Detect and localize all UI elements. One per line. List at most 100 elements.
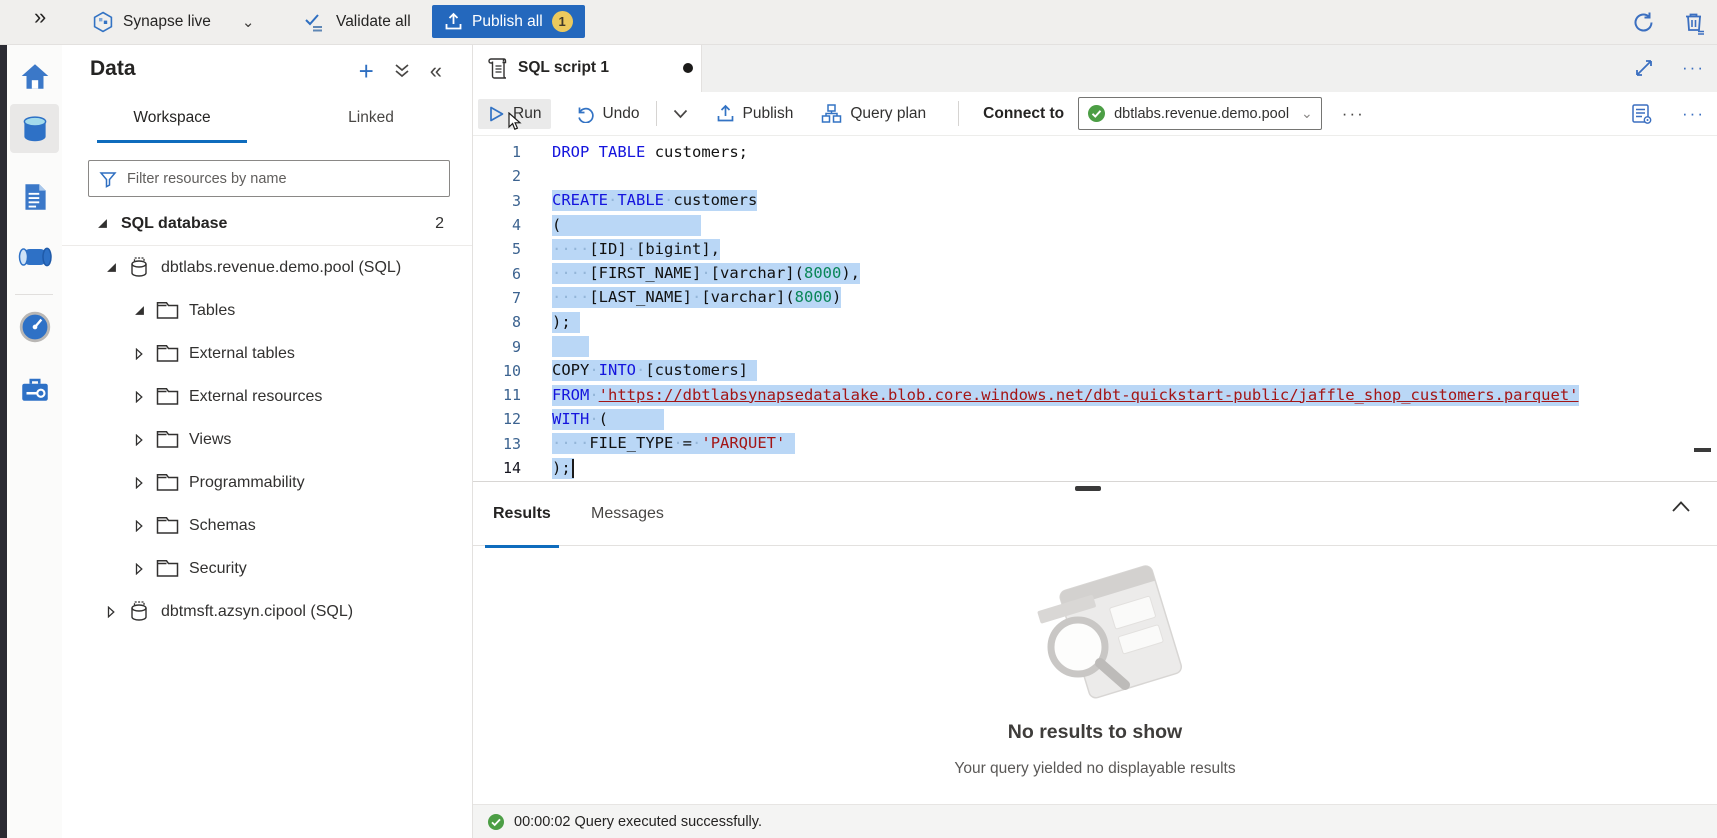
rail-item-home[interactable] [10,52,59,101]
toolbar-more-icon[interactable]: ··· [1342,104,1365,124]
tab-results[interactable]: Results [485,482,559,548]
rail-item-monitor[interactable] [10,302,59,351]
panel-title: Data [90,57,136,81]
tree-collapse-icon[interactable] [104,262,118,273]
expand-menu-icon[interactable]: » [34,4,46,30]
add-resource-icon[interactable]: + [359,60,374,82]
rail-item-integrate[interactable] [10,232,59,281]
code-line-6[interactable]: 6····[FIRST_NAME]·[varchar](8000), [473,261,1717,285]
code-line-text [552,336,589,357]
code-line-text: ····[FIRST_NAME]·[varchar](8000), [552,263,860,284]
line-number: 2 [473,167,521,185]
top-command-bar: » Synapse live ⌄ Validate all Publish al… [0,0,1717,45]
undo-icon [575,104,594,123]
tree-expand-icon[interactable] [132,434,146,446]
tree-expand-icon[interactable] [104,606,118,618]
tree-item-tables[interactable]: Tables [62,289,472,332]
code-line-text: ); [552,458,574,479]
tree-item-security[interactable]: Security [62,547,472,590]
run-label: Run [513,105,541,123]
code-line-11[interactable]: 11FROM·'https://dbtlabsynapsedatalake.bl… [473,383,1717,407]
tree-expand-icon[interactable] [132,348,146,360]
code-line-14[interactable]: 14); [473,456,1717,480]
code-line-text: WITH·( [552,409,664,430]
rail-item-develop[interactable] [10,172,59,221]
filter-resources-input[interactable] [125,170,449,188]
tree-item-external-resources[interactable]: External resources [62,375,472,418]
rail-divider [15,294,53,295]
collapse-all-icon[interactable] [394,62,410,80]
tree-collapse-icon[interactable] [132,305,146,316]
tree-item-label: Programmability [189,474,305,492]
tree-expand-icon[interactable] [132,391,146,403]
monitor-gauge-icon [18,310,52,344]
tree-item-views[interactable]: Views [62,418,472,461]
sql-code-editor[interactable]: 1DROP TABLE customers; 2 3CREATE·TABLE·cus… [473,136,1717,485]
tree-item-schemas[interactable]: Schemas [62,504,472,547]
tree-item-label: Security [189,560,247,578]
query-status-text: 00:00:02 Query executed successfully. [514,814,762,830]
discard-trash-icon[interactable] [1682,10,1707,35]
no-results-illustration [980,551,1210,711]
tab-more-icon[interactable]: ··· [1682,58,1705,78]
connect-to-label: Connect to [983,105,1064,123]
tab-messages[interactable]: Messages [583,482,672,548]
tree-item-label: dbtlabs.revenue.demo.pool (SQL) [161,259,401,277]
collapse-results-chevron-icon[interactable] [1671,500,1691,513]
pool-name: dbtlabs.revenue.demo.pool [1114,106,1289,122]
tree-collapse-icon[interactable] [95,218,109,229]
code-line-text: ····FILE_TYPE·=·'PARQUET' [552,433,795,454]
data-panel-tabs: Workspace Linked [62,96,472,140]
query-plan-button[interactable]: Query plan [811,97,936,130]
code-line-text: DROP TABLE customers; [552,142,748,163]
code-line-3[interactable]: 3CREATE·TABLE·customers [473,189,1717,213]
line-number: 8 [473,313,521,331]
pool-status-check-icon [1087,104,1106,123]
publish-all-button[interactable]: Publish all 1 [432,5,585,38]
line-number: 12 [473,410,521,428]
tree-item-sql-database[interactable]: SQL database2 [62,202,472,245]
tree-item-programmability[interactable]: Programmability [62,461,472,504]
rail-item-manage[interactable] [10,364,59,413]
tab-workspace[interactable]: Workspace [97,96,247,143]
mode-selector[interactable]: Synapse live ⌄ [92,0,254,44]
refresh-icon[interactable] [1631,10,1656,35]
publish-upload-icon [444,12,463,31]
rail-item-data[interactable] [10,104,59,153]
tab-sql-script-1[interactable]: SQL script 1 [473,44,702,92]
editor-more-icon[interactable]: ··· [1682,104,1705,124]
tree-expand-icon[interactable] [132,477,146,489]
publish-button[interactable]: Publish [706,98,804,129]
code-line-2[interactable]: 2 [473,164,1717,188]
run-options-chevron[interactable] [663,103,698,125]
tree-item-label: Tables [189,302,235,320]
code-line-13[interactable]: 13····FILE_TYPE·=·'PARQUET' [473,432,1717,456]
code-line-4[interactable]: 4( [473,213,1717,237]
tree-item-dbtmsft-azsyn-cipool-sql[interactable]: dbtmsft.azsyn.cipool (SQL) [62,590,472,633]
splitter-handle[interactable] [1075,486,1101,491]
code-line-1[interactable]: 1DROP TABLE customers; [473,140,1717,164]
view-settings-icon[interactable] [1630,102,1654,126]
synapse-logo-icon [92,11,114,33]
code-line-10[interactable]: 10COPY·INTO·[customers] [473,359,1717,383]
pool-dropdown[interactable]: dbtlabs.revenue.demo.pool ⌄ [1078,97,1322,130]
overview-ruler-mark [1694,448,1711,452]
tree-item-dbtlabs-revenue-demo-pool-sql[interactable]: dbtlabs.revenue.demo.pool (SQL) [62,246,472,289]
tree-expand-icon[interactable] [132,563,146,575]
tree-expand-icon[interactable] [132,520,146,532]
unsaved-dot-icon [683,63,693,73]
chevron-down-icon: ⌄ [242,13,255,31]
collapse-panel-icon[interactable]: « [430,60,442,82]
run-button[interactable]: Run [478,99,551,129]
code-line-7[interactable]: 7····[LAST_NAME]·[varchar](8000) [473,286,1717,310]
code-line-8[interactable]: 8); [473,310,1717,334]
tab-linked[interactable]: Linked [315,96,427,143]
expand-editor-icon[interactable] [1634,58,1654,78]
tree-item-external-tables[interactable]: External tables [62,332,472,375]
manage-toolbox-icon [18,372,52,406]
undo-button[interactable]: Undo [565,98,649,129]
code-line-5[interactable]: 5····[ID]·[bigint], [473,237,1717,261]
code-line-12[interactable]: 12 WITH·( [473,407,1717,431]
validate-all-button[interactable]: Validate all [303,0,411,44]
code-line-9[interactable]: 9 [473,334,1717,358]
